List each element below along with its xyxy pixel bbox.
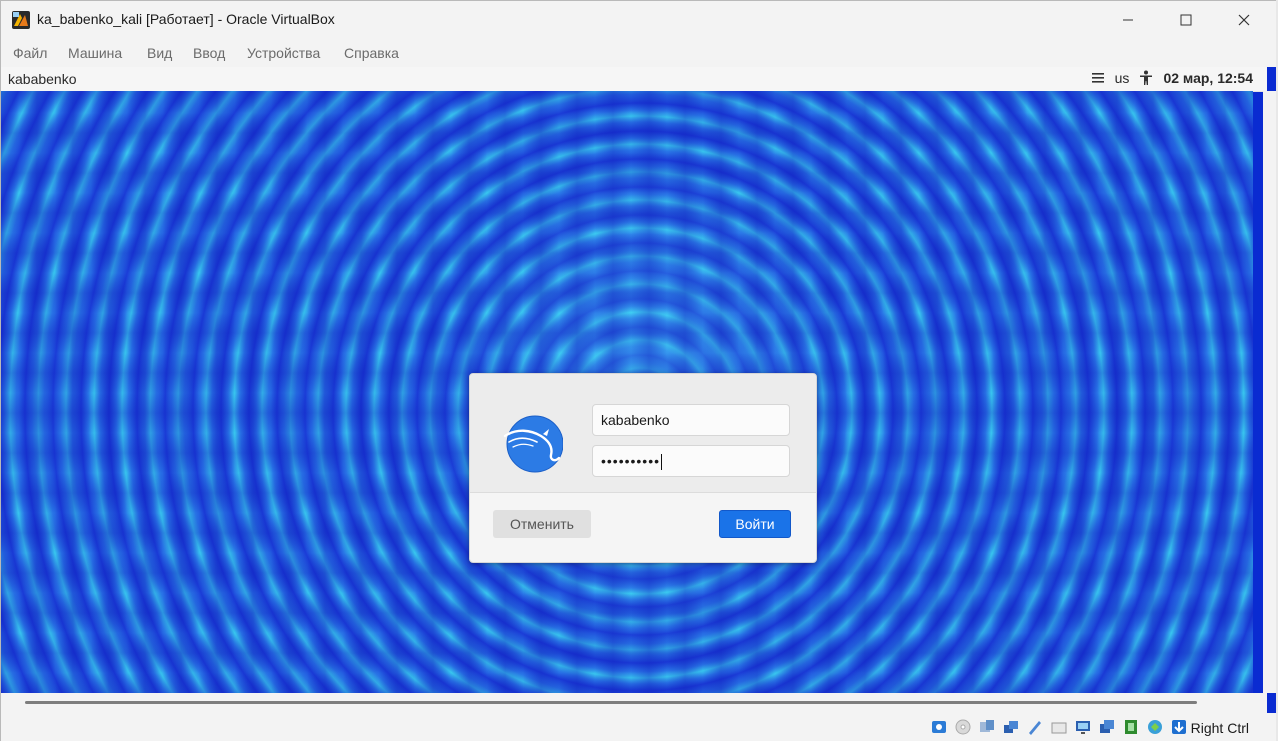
menu-file[interactable]: Файл bbox=[13, 45, 47, 61]
maximize-icon bbox=[1180, 14, 1192, 26]
capture-icon[interactable] bbox=[1097, 717, 1117, 737]
keyboard-icon[interactable] bbox=[1169, 717, 1189, 737]
close-button[interactable] bbox=[1215, 1, 1273, 39]
title-bar[interactable]: ka_babenko_kali [Работает] - Oracle Virt… bbox=[1, 1, 1277, 39]
audio-icon[interactable] bbox=[977, 717, 997, 737]
menu-devices[interactable]: Устройства bbox=[247, 45, 320, 61]
guest-top-bar: kababenko us 02 мар, 12:54 bbox=[1, 67, 1267, 92]
guest-status-area[interactable]: us 02 мар, 12:54 bbox=[1091, 70, 1253, 86]
cancel-button[interactable]: Отменить bbox=[493, 510, 591, 538]
menu-lines-icon[interactable] bbox=[1091, 71, 1105, 85]
scrollbar-thumb[interactable] bbox=[25, 701, 1197, 704]
username-field[interactable]: kababenko bbox=[592, 404, 790, 436]
kali-dragon-logo-icon bbox=[503, 415, 563, 473]
network-icon[interactable] bbox=[1001, 717, 1021, 737]
maximize-button[interactable] bbox=[1157, 1, 1215, 39]
keyboard-layout-indicator[interactable]: us bbox=[1115, 70, 1130, 86]
menu-input[interactable]: Ввод bbox=[193, 45, 225, 61]
horizontal-scrollbar[interactable] bbox=[1, 693, 1267, 713]
menu-machine[interactable]: Машина bbox=[68, 45, 122, 61]
password-field[interactable]: •••••••••• bbox=[592, 445, 790, 477]
mouse-integration-icon[interactable] bbox=[1145, 717, 1165, 737]
display-icon[interactable] bbox=[1073, 717, 1093, 737]
close-icon bbox=[1238, 14, 1250, 26]
hard-disk-icon[interactable] bbox=[929, 717, 949, 737]
minimize-button[interactable] bbox=[1099, 1, 1157, 39]
accessibility-icon[interactable] bbox=[1139, 70, 1153, 86]
minimize-icon bbox=[1123, 19, 1133, 21]
menu-bar: Файл Машина Вид Ввод Устройства Справка bbox=[1, 39, 1277, 67]
cpu-icon[interactable] bbox=[1121, 717, 1141, 737]
status-bar: Right Ctrl bbox=[1, 713, 1277, 741]
guest-hostname: kababenko bbox=[8, 71, 77, 87]
login-dialog: kababenko •••••••••• Отменить Войти bbox=[469, 373, 817, 563]
text-cursor bbox=[661, 454, 663, 471]
status-icons bbox=[929, 717, 1189, 737]
guest-right-margin bbox=[1263, 91, 1277, 693]
virtualbox-window: ka_babenko_kali [Работает] - Oracle Virt… bbox=[0, 0, 1278, 741]
host-key-label[interactable]: Right Ctrl bbox=[1191, 720, 1249, 736]
optical-disc-icon[interactable] bbox=[953, 717, 973, 737]
clock[interactable]: 02 мар, 12:54 bbox=[1163, 70, 1253, 86]
window-title: ka_babenko_kali [Работает] - Oracle Virt… bbox=[37, 11, 335, 27]
shared-folders-icon[interactable] bbox=[1049, 717, 1069, 737]
password-mask: •••••••••• bbox=[601, 453, 661, 469]
menu-view[interactable]: Вид bbox=[147, 45, 172, 61]
usb-icon[interactable] bbox=[1025, 717, 1045, 737]
menu-help[interactable]: Справка bbox=[344, 45, 399, 61]
virtualbox-app-icon bbox=[12, 11, 30, 29]
login-button[interactable]: Войти bbox=[719, 510, 791, 538]
